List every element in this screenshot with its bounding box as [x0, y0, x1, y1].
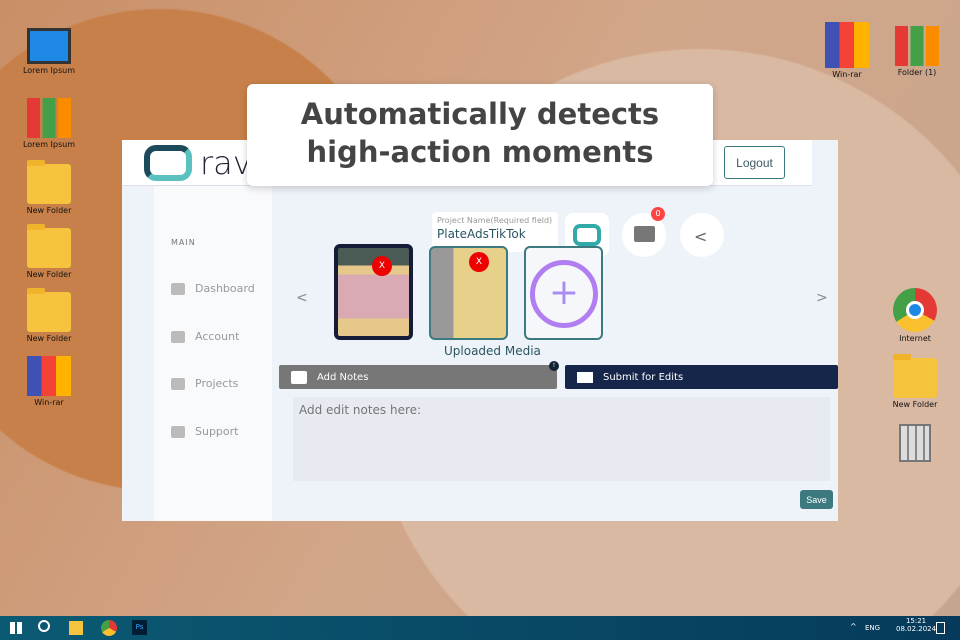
- file-explorer-icon[interactable]: [69, 621, 83, 635]
- start-icon[interactable]: [10, 622, 22, 634]
- label: Internet: [899, 334, 931, 343]
- label: New Folder: [26, 206, 72, 215]
- notes-badge: !: [549, 361, 559, 371]
- desktop-icon-lorem-ipsum-pc[interactable]: Lorem Ipsum: [14, 28, 84, 75]
- sidebar-item-support[interactable]: Support: [171, 425, 238, 438]
- books-icon: [895, 26, 939, 66]
- label: New Folder: [26, 270, 72, 279]
- carousel-next[interactable]: >: [816, 290, 828, 306]
- winrar-icon: [825, 22, 869, 68]
- label: Submit for Edits: [603, 371, 684, 383]
- project-name-input[interactable]: PlateAdsTikTok: [437, 227, 553, 241]
- phone-icon: [171, 425, 185, 438]
- comment-icon: [634, 226, 655, 242]
- carousel-prev[interactable]: <: [296, 290, 308, 306]
- desktop-icon-new-folder[interactable]: New Folder: [14, 224, 84, 279]
- remove-media-button[interactable]: X: [469, 252, 489, 272]
- label: New Folder: [892, 400, 938, 409]
- folder-icon: [893, 354, 937, 398]
- sidebar-item-projects[interactable]: Projects: [171, 377, 238, 390]
- media-thumbnail[interactable]: X: [429, 246, 508, 340]
- uploaded-media-label: Uploaded Media: [444, 344, 541, 358]
- remove-media-button[interactable]: X: [372, 256, 392, 276]
- label: Win-rar: [34, 398, 64, 407]
- label: Win-rar: [832, 70, 862, 79]
- tray-chevron-icon[interactable]: ^: [850, 622, 857, 631]
- banner-line: Automatically detects: [300, 97, 660, 131]
- comments-button[interactable]: 0: [622, 207, 666, 257]
- banner-line: high-action moments: [306, 135, 654, 169]
- label: Lorem Ipsum: [22, 66, 76, 75]
- folder-icon: [27, 160, 71, 204]
- notifications-icon[interactable]: [936, 622, 945, 634]
- comment-icon: [291, 370, 307, 384]
- computer-icon: [27, 28, 71, 64]
- add-notes-tab[interactable]: Add Notes!: [279, 361, 559, 389]
- label: Folder (1): [897, 68, 937, 77]
- submit-for-edits-tab[interactable]: Submit for Edits: [565, 365, 838, 389]
- sidebar-item-dashboard[interactable]: Dashboard: [171, 282, 255, 295]
- plus-icon: +: [530, 260, 598, 328]
- winrar-icon: [27, 356, 71, 396]
- taskbar: Ps ^ ENG 15:21 08.02.2024: [0, 616, 960, 640]
- sidebar-item-account[interactable]: Account: [171, 330, 239, 343]
- comment-count-badge: 0: [651, 207, 665, 221]
- desktop-icon-folder-1[interactable]: Folder (1): [882, 26, 952, 77]
- video-icon: [577, 371, 593, 383]
- recycle-bin[interactable]: [880, 424, 950, 464]
- desktop-icon-internet[interactable]: Internet: [880, 288, 950, 343]
- media-thumbnail[interactable]: X: [334, 244, 413, 340]
- desktop-icon-new-folder[interactable]: New Folder: [14, 160, 84, 215]
- desktop-icon-winrar[interactable]: Win-rar: [14, 356, 84, 407]
- desktop-icon-new-folder[interactable]: New Folder: [14, 288, 84, 343]
- desktop-icon-new-folder[interactable]: New Folder: [880, 354, 950, 409]
- users-icon: [171, 330, 185, 343]
- dashboard-icon: [171, 282, 185, 295]
- sidebar: MAIN Dashboard Account Projects Support: [154, 186, 272, 521]
- folder-icon: [27, 288, 71, 332]
- app-window: rav Logout MAIN Dashboard Account Projec…: [122, 140, 838, 521]
- chrome-icon[interactable]: [101, 620, 117, 636]
- share-button[interactable]: <: [680, 213, 724, 257]
- label: Lorem Ipsum: [22, 140, 76, 149]
- desktop-icon-winrar[interactable]: Win-rar: [812, 22, 882, 79]
- books-icon: [27, 98, 71, 138]
- search-icon[interactable]: [38, 620, 50, 632]
- language-indicator[interactable]: ENG: [865, 624, 880, 632]
- edit-notes-textarea[interactable]: [293, 397, 830, 481]
- feature-banner: Automatically detects high-action moments: [247, 84, 713, 186]
- label: Account: [195, 330, 240, 343]
- chrome-icon: [893, 288, 937, 332]
- label: New Folder: [26, 334, 72, 343]
- save-button[interactable]: Save: [800, 490, 833, 509]
- logo-text: rav: [200, 144, 252, 182]
- project-name-label: Project Name(Required field): [437, 216, 553, 225]
- photoshop-icon[interactable]: Ps: [132, 620, 147, 635]
- label: Projects: [195, 377, 239, 390]
- folder-icon: [27, 224, 71, 268]
- share-icon: <: [694, 227, 708, 246]
- add-media-button[interactable]: +: [524, 246, 603, 340]
- logout-button[interactable]: Logout: [724, 146, 785, 179]
- trash-icon: [899, 424, 931, 462]
- label: Add Notes: [317, 371, 369, 383]
- logo-icon: [144, 145, 192, 181]
- time: 15:21: [905, 617, 927, 625]
- sidebar-heading: MAIN: [171, 238, 196, 247]
- date: 08.02.2024: [896, 625, 937, 633]
- desktop-icon-lorem-ipsum-books[interactable]: Lorem Ipsum: [14, 98, 84, 149]
- clock[interactable]: 15:21 08.02.2024: [896, 617, 936, 633]
- label: Dashboard: [195, 282, 255, 295]
- projects-icon: [171, 377, 185, 390]
- label: Support: [195, 425, 239, 438]
